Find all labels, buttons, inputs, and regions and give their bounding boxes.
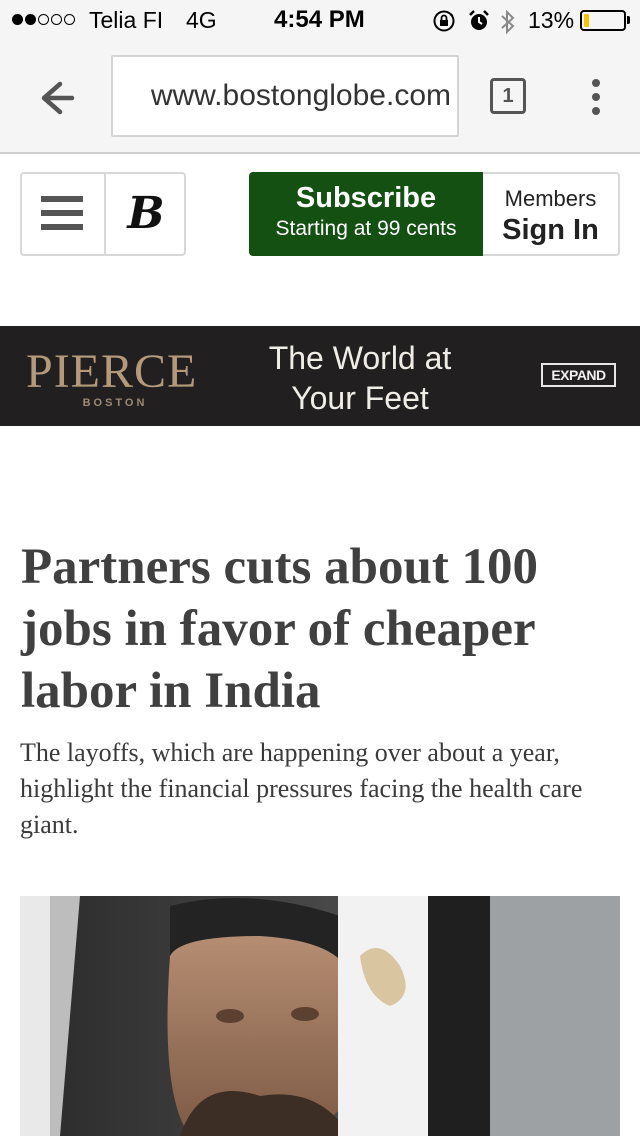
battery-level-fill bbox=[584, 14, 589, 27]
orientation-lock-icon bbox=[433, 10, 455, 32]
subscribe-subtitle: Starting at 99 cents bbox=[275, 217, 457, 240]
subscribe-title: Subscribe bbox=[295, 182, 437, 214]
ad-brand-sub: BOSTON bbox=[82, 397, 148, 409]
battery-percent: 13% bbox=[528, 7, 575, 33]
article-photo[interactable] bbox=[20, 896, 620, 1136]
battery-tip bbox=[627, 16, 630, 24]
battery-icon bbox=[580, 10, 626, 31]
bluetooth-icon bbox=[501, 9, 515, 35]
members-label: Members bbox=[504, 186, 597, 211]
signal-strength-icon bbox=[12, 14, 75, 25]
address-bar[interactable]: www.bostonglobe.com bbox=[111, 55, 459, 137]
vertical-dots-icon[interactable] bbox=[583, 75, 609, 119]
tab-switcher-button[interactable]: 1 bbox=[490, 78, 526, 114]
network-type: 4G bbox=[186, 7, 217, 33]
article-dek: The layoffs, which are happening over ab… bbox=[20, 738, 583, 839]
url-fade bbox=[113, 57, 153, 135]
ad-banner[interactable]: PIERCE BOSTON The World at Your Feet EXP… bbox=[0, 326, 640, 426]
hamburger-icon[interactable] bbox=[41, 196, 83, 230]
ad-tagline: The World at Your Feet bbox=[268, 340, 452, 416]
ad-expand-button[interactable]: EXPAND bbox=[541, 363, 616, 387]
site-nav-box: B bbox=[20, 172, 186, 256]
article-headline[interactable]: Partners cuts about 100 jobs in favor of… bbox=[21, 536, 621, 722]
browser-toolbar: www.bostonglobe.com 1 bbox=[0, 40, 640, 154]
subscribe-button[interactable]: Subscribe Starting at 99 cents bbox=[249, 172, 483, 256]
status-time: 4:54 PM bbox=[274, 6, 365, 33]
back-arrow-icon[interactable] bbox=[30, 76, 80, 120]
status-bar: Telia FI 4G 4:54 PM 13% bbox=[0, 0, 640, 40]
ad-brand-logo: PIERCE bbox=[26, 345, 198, 398]
article-photo-image bbox=[20, 896, 620, 1136]
alarm-icon bbox=[469, 10, 489, 30]
carrier-name: Telia FI bbox=[89, 7, 164, 33]
boston-globe-logo[interactable]: B bbox=[106, 174, 186, 254]
url-text: www.bostonglobe.com bbox=[150, 79, 451, 112]
sign-in-label: Sign In bbox=[502, 214, 599, 246]
members-sign-in-button[interactable]: Members Sign In bbox=[483, 172, 620, 256]
